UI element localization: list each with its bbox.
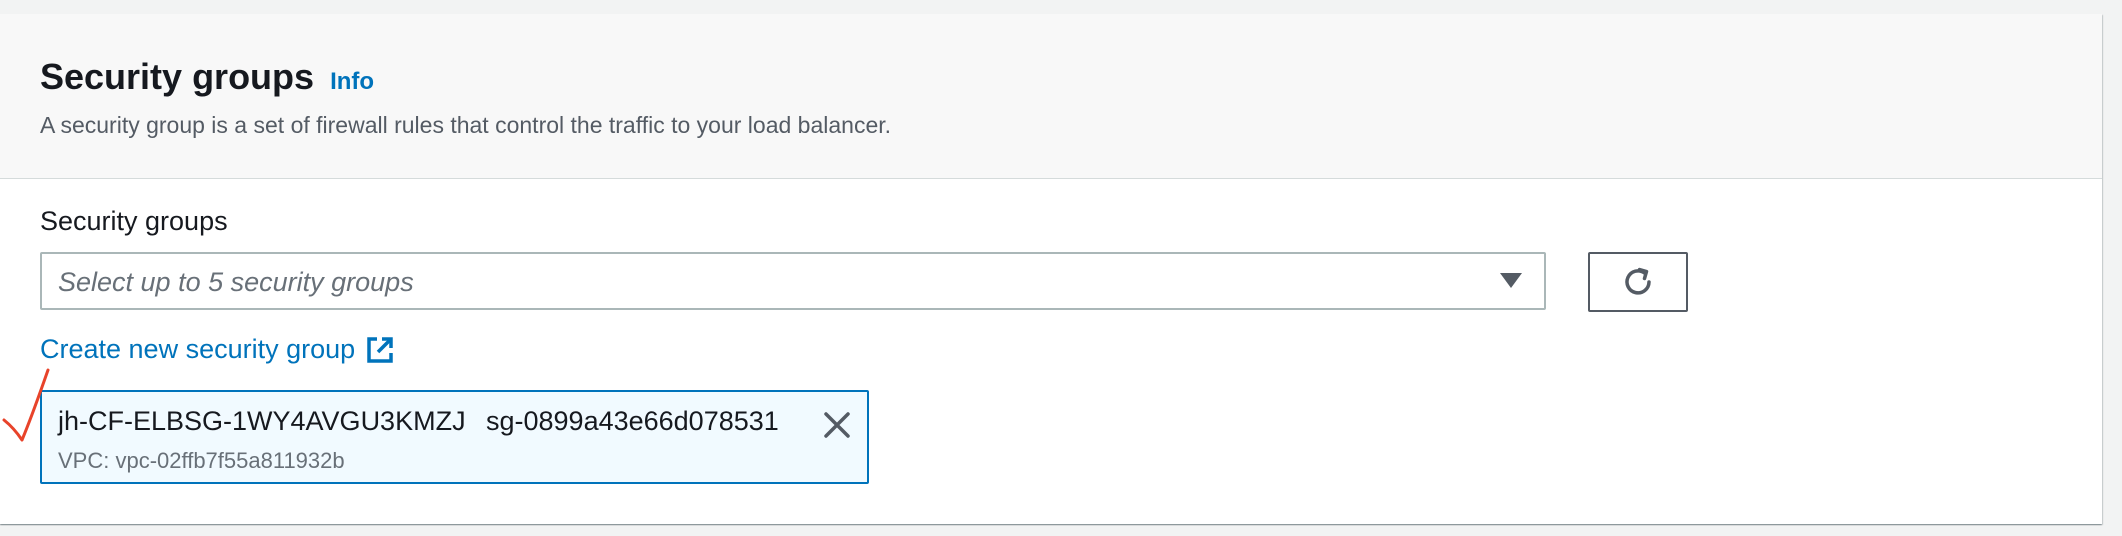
section-title: Security groups — [40, 56, 315, 97]
remove-token-button[interactable] — [820, 408, 854, 442]
create-security-group-link[interactable]: Create new security group — [40, 334, 395, 365]
token-group-id: sg-0899a43e66d078531 — [486, 406, 779, 436]
info-link[interactable]: Info — [330, 68, 374, 96]
select-placeholder: Select up to 5 security groups — [58, 267, 414, 297]
title-row: Security groups Info — [40, 56, 374, 98]
section-description: A security group is a set of firewall ru… — [40, 112, 892, 138]
refresh-icon — [1625, 267, 1651, 295]
refresh-button[interactable] — [1588, 252, 1688, 312]
caret-down-icon — [1500, 273, 1522, 288]
external-link-icon — [365, 335, 395, 365]
create-link-label: Create new security group — [40, 334, 356, 364]
selected-security-group-token: jh-CF-ELBSG-1WY4AVGU3KMZJ sg-0899a43e66d… — [40, 390, 869, 484]
token-vpc: VPC: vpc-02ffb7f55a811932b — [58, 448, 345, 473]
token-group-name: jh-CF-ELBSG-1WY4AVGU3KMZJ — [58, 406, 466, 436]
close-icon — [824, 412, 850, 438]
security-groups-label: Security groups — [40, 206, 228, 236]
panel-header: Security groups Info A security group is… — [0, 14, 2102, 179]
checkmark-annotation — [2, 368, 50, 442]
security-groups-select[interactable]: Select up to 5 security groups — [40, 252, 1546, 310]
